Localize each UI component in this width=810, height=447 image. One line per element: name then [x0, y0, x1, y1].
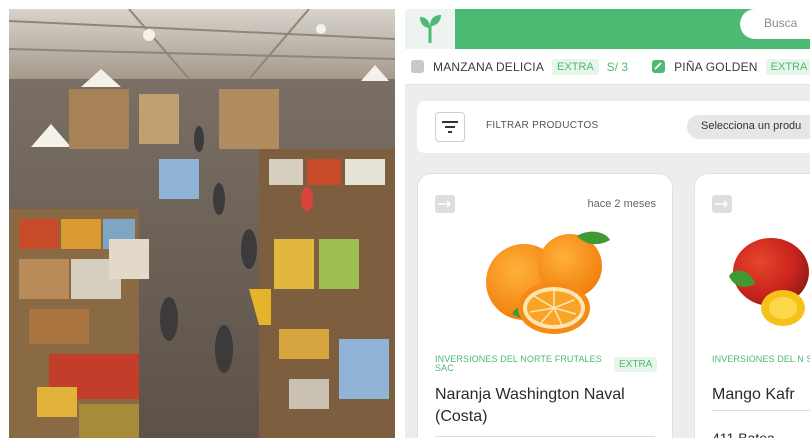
- divider: [435, 436, 655, 437]
- arrow-right-button[interactable]: [435, 195, 455, 213]
- filter-button[interactable]: [435, 112, 465, 142]
- marketplace-app: Busca MANZANA DELICIA EXTRA S/ 3 PIÑA GO…: [405, 9, 810, 438]
- arrow-right-button[interactable]: [712, 195, 732, 213]
- product-name: Naranja Washington Naval (Costa): [435, 386, 625, 425]
- company-name: INVERSIONES DEL N SAC: [712, 354, 810, 364]
- market-photo: [9, 9, 395, 438]
- filter-bar: FILTRAR PRODUCTOS Selecciona un produ: [417, 101, 810, 153]
- check-icon: [652, 60, 666, 73]
- divider: [712, 410, 810, 411]
- ticker-price: S/ 3: [606, 59, 629, 74]
- product-quantity: 411 Batea: [712, 430, 775, 438]
- posted-time: hace 2 meses: [587, 198, 656, 210]
- orange-image: [486, 231, 610, 334]
- search-input[interactable]: Busca: [740, 9, 810, 39]
- ticker-product-name: PIÑA GOLDEN: [674, 59, 758, 74]
- product-select-value: Selecciona un produ: [701, 120, 802, 132]
- price-ticker: MANZANA DELICIA EXTRA S/ 3 PIÑA GOLDEN E…: [405, 49, 810, 85]
- ticker-product-name: MANZANA DELICIA: [433, 59, 545, 74]
- logo[interactable]: [405, 9, 455, 49]
- filter-icon: [442, 121, 458, 133]
- arrow-right-icon: [715, 200, 729, 208]
- arrow-right-icon: [438, 200, 452, 208]
- sprout-icon: [420, 15, 441, 43]
- company-name: INVERSIONES DEL NORTE FRUTALES SAC: [435, 354, 602, 373]
- product-card[interactable]: hace 2 meses INVERSIONES DEL NORTE FRUTA…: [417, 173, 673, 438]
- market-photo-illustration: [9, 9, 395, 438]
- product-select[interactable]: Selecciona un produ: [687, 115, 810, 139]
- product-name: Mango Kafr: [712, 386, 795, 403]
- product-card[interactable]: INVERSIONES DEL N SAC Mango Kafr 411 Bat…: [694, 173, 810, 438]
- quality-badge: EXTRA: [614, 357, 658, 372]
- minus-icon: [411, 60, 424, 73]
- quality-badge: EXTRA: [552, 58, 599, 75]
- filter-label: FILTRAR PRODUCTOS: [486, 120, 599, 131]
- search-placeholder: Busca: [764, 16, 798, 30]
- mango-image: [729, 238, 809, 326]
- ticker-item[interactable]: MANZANA DELICIA EXTRA S/ 3: [405, 58, 629, 75]
- ticker-item[interactable]: PIÑA GOLDEN EXTRA: [646, 58, 810, 75]
- top-bar: Busca: [405, 9, 810, 49]
- quality-badge: EXTRA: [765, 58, 810, 75]
